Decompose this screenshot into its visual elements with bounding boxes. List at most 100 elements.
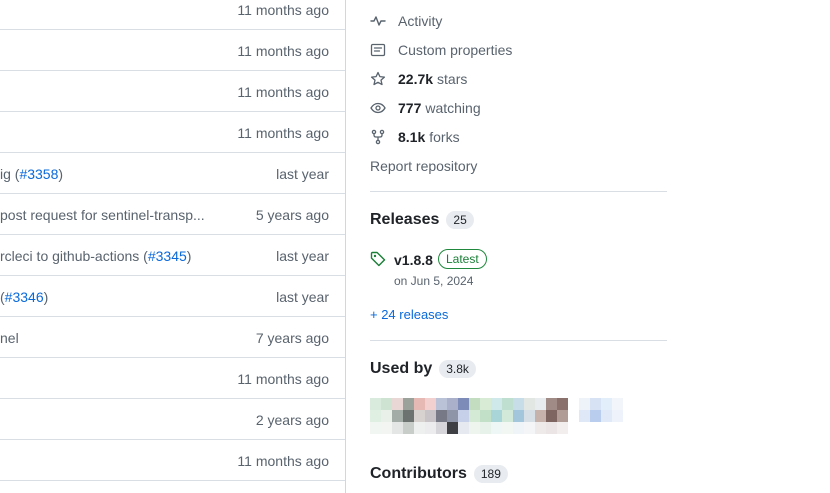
avatar-pixel	[557, 398, 568, 410]
stars-count: 22.7k	[398, 71, 434, 87]
used-by-heading[interactable]: Used by 3.8k	[370, 360, 476, 378]
activity-label: Activity	[398, 13, 443, 29]
avatar-pixel	[469, 422, 480, 434]
avatar-pixel	[458, 398, 469, 410]
tag-icon	[370, 251, 386, 267]
custom-properties-label: Custom properties	[398, 42, 513, 58]
watching-link[interactable]: 777 watching	[370, 98, 481, 118]
stars-link[interactable]: 22.7k stars	[370, 69, 467, 89]
watching-label: watching	[425, 100, 481, 116]
more-releases-link[interactable]: + 24 releases	[370, 307, 448, 322]
commit-age: last year	[276, 166, 329, 182]
avatar-pixel	[392, 398, 403, 410]
avatar-pixel	[546, 410, 557, 422]
avatar-pixel	[513, 410, 524, 422]
avatar-pixel	[546, 422, 557, 434]
avatar-pixel	[579, 410, 590, 422]
releases-heading[interactable]: Releases 25	[370, 211, 474, 229]
avatar-pixel	[458, 410, 469, 422]
file-row[interactable]: 2 years ago	[0, 399, 345, 440]
commit-age: last year	[276, 289, 329, 305]
avatar-pixel	[590, 398, 601, 410]
avatar-pixel	[546, 398, 557, 410]
avatar-pixel	[447, 422, 458, 434]
commit-message-suffix: )	[186, 248, 192, 264]
file-row[interactable]: 11 months ago	[0, 71, 345, 112]
contributors-count-badge: 189	[473, 465, 508, 483]
file-row[interactable]: post request for sentinel-transp... 5 yea…	[0, 194, 345, 235]
commit-age: 11 months ago	[237, 453, 329, 469]
activity-link[interactable]: Activity	[370, 11, 442, 31]
avatar-pixel	[414, 422, 425, 434]
avatar-pixel	[579, 398, 590, 410]
eye-icon	[370, 100, 386, 116]
avatar-pixel	[436, 422, 447, 434]
commit-age: 11 months ago	[237, 371, 329, 387]
avatar-pixel	[502, 422, 513, 434]
report-repository-link[interactable]: Report repository	[370, 156, 477, 176]
divider	[370, 191, 667, 192]
file-row[interactable]: 11 months ago	[0, 0, 345, 30]
avatar-pixel	[425, 422, 436, 434]
forks-label: forks	[429, 129, 460, 145]
avatar-pixel	[381, 410, 392, 422]
avatar-pixel	[403, 398, 414, 410]
file-row[interactable]: 11 months ago	[0, 440, 345, 481]
divider	[370, 340, 667, 341]
avatar-pixel	[513, 422, 524, 434]
file-row[interactable]: nel 7 years ago	[0, 317, 345, 358]
avatar-pixel	[491, 422, 502, 434]
pr-link[interactable]: #3346	[5, 289, 44, 305]
commit-age: 7 years ago	[255, 330, 329, 346]
pr-link[interactable]: #3358	[19, 166, 58, 182]
pr-link[interactable]: #3345	[148, 248, 187, 264]
release-version[interactable]: v1.8.8	[394, 252, 433, 268]
commit-message[interactable]: ig (#3358)	[0, 166, 63, 182]
commit-message[interactable]: rcleci to github-actions (#3345)	[0, 248, 191, 264]
file-row[interactable]: 11 months ago	[0, 112, 345, 153]
avatar-pixel	[535, 410, 546, 422]
commit-age: 11 months ago	[237, 43, 329, 59]
note-icon	[370, 42, 386, 58]
avatar-pixel	[403, 422, 414, 434]
avatar-pixel	[601, 410, 612, 422]
avatar-pixel	[447, 398, 458, 410]
file-row[interactable]: 11 months ago	[0, 358, 345, 399]
custom-properties-link[interactable]: Custom properties	[370, 40, 512, 60]
avatar-pixel	[392, 422, 403, 434]
avatar-pixel	[513, 398, 524, 410]
avatar-pixel	[480, 422, 491, 434]
contributors-heading[interactable]: Contributors 189	[370, 465, 508, 483]
avatar-pixel	[612, 410, 623, 422]
commit-message-text[interactable]: post request for sentinel-transp...	[0, 207, 205, 223]
file-row[interactable]: rcleci to github-actions (#3345) last yea…	[0, 235, 345, 276]
avatar-pixel	[447, 410, 458, 422]
commit-message-suffix: )	[58, 166, 64, 182]
avatar-pixel	[491, 410, 502, 422]
commit-message-text[interactable]: rcleci to github-actions (	[0, 248, 148, 264]
file-row[interactable]: (#3346) last year	[0, 276, 345, 317]
used-by-avatars[interactable]	[370, 398, 667, 438]
avatar-pixel	[469, 410, 480, 422]
latest-badge: Latest	[438, 249, 487, 269]
forks-link[interactable]: 8.1k forks	[370, 127, 460, 147]
releases-title: Releases	[370, 211, 440, 228]
avatar-pixel	[414, 398, 425, 410]
star-icon	[370, 71, 386, 87]
file-row[interactable]: ig (#3358) last year	[0, 153, 345, 194]
avatar-pixel	[524, 422, 535, 434]
avatar-pixel	[557, 422, 568, 434]
file-row[interactable]: 11 months ago	[0, 30, 345, 71]
commit-message[interactable]: (#3346)	[0, 289, 48, 305]
avatar-pixel	[370, 398, 381, 410]
commit-message[interactable]: post request for sentinel-transp...	[0, 207, 205, 223]
commit-message-suffix: )	[43, 289, 49, 305]
avatar-pixel	[535, 422, 546, 434]
pulse-icon	[370, 13, 386, 29]
commit-message-text[interactable]: ig (	[0, 166, 19, 182]
commit-age: 11 months ago	[237, 2, 329, 18]
commit-message[interactable]: nel	[0, 330, 19, 346]
commit-message-text[interactable]: nel	[0, 330, 19, 346]
avatar-pixel	[436, 398, 447, 410]
avatar-pixel	[557, 410, 568, 422]
